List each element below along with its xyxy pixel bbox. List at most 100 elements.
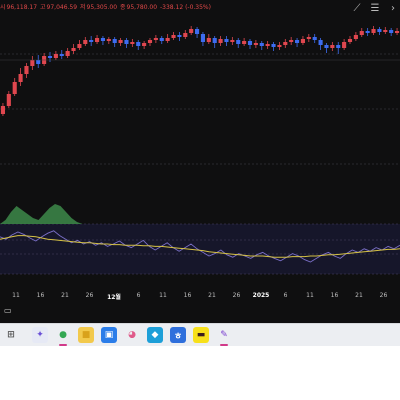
candle-body-46: [271, 44, 276, 47]
candle-body-27: [159, 38, 164, 41]
x-axis-label: 11: [159, 292, 167, 299]
candle-body-31: [183, 33, 188, 37]
x-axis-label: 11: [12, 292, 20, 299]
candle-body-33: [195, 29, 200, 34]
candle-body-63: [371, 29, 376, 33]
x-axis-label: 21: [61, 292, 69, 299]
bottom-toolbar: ▭: [0, 304, 400, 323]
copilot-icon[interactable]: ✦: [32, 327, 48, 343]
candle-body-12: [71, 48, 76, 51]
store-icon[interactable]: ◆: [147, 327, 163, 343]
x-axis-label: 6: [136, 292, 141, 299]
x-axis-label: 12월: [107, 294, 121, 301]
widgets-icon[interactable]: ⊞: [6, 327, 16, 343]
hangul-icon[interactable]: ㅎ: [170, 327, 186, 343]
indicator-pane[interactable]: [0, 196, 400, 284]
price-chart[interactable]: [0, 14, 400, 194]
candle-body-39: [230, 40, 235, 42]
candle-body-41: [242, 41, 247, 44]
candle-body-52: [306, 37, 311, 39]
x-axis-label: 26: [379, 292, 388, 299]
kakaotalk-icon[interactable]: ▬: [193, 327, 209, 343]
candle-body-2: [12, 82, 17, 94]
candle-body-48: [283, 42, 288, 45]
candle-body-30: [177, 35, 182, 37]
candle-body-3: [18, 74, 23, 82]
candle-body-17: [100, 38, 105, 41]
candle-body-13: [77, 44, 82, 48]
notes-icon[interactable]: ✎: [216, 327, 232, 343]
ohlc-low-value: 95,305.00: [86, 4, 118, 11]
candle-body-14: [83, 40, 88, 44]
candle-body-66: [389, 30, 394, 33]
candle-body-62: [365, 31, 370, 33]
x-axis-label: 6: [283, 292, 288, 299]
x-axis: 11 16 21 26 12월 6 11 16 21 26 2025 6 11 16 21 26: [0, 288, 400, 304]
x-axis-label: 26: [232, 292, 241, 299]
x-axis-label: 21: [355, 292, 363, 299]
candle-body-36: [212, 38, 217, 43]
candle-body-22: [130, 42, 135, 44]
file-explorer-icon[interactable]: ■: [78, 327, 94, 343]
candle-body-55: [324, 45, 329, 48]
candle-body-38: [224, 39, 229, 42]
photos-icon[interactable]: ▣: [101, 327, 117, 343]
candle-body-42: [247, 41, 253, 45]
candle-body-25: [147, 40, 153, 43]
candle-body-65: [383, 30, 388, 32]
candle-body-57: [336, 45, 341, 48]
ohlc-info-bar: 시96,118.17 고97,046.59 저95,305.00 종95,780…: [0, 2, 212, 14]
chart-window[interactable]: 시96,118.17 고97,046.59 저95,305.00 종95,780…: [0, 0, 400, 323]
x-axis-label: 21: [208, 292, 216, 299]
x-axis-label: 11: [306, 292, 314, 299]
candle-body-26: [153, 38, 158, 40]
candle-body-28: [165, 38, 170, 41]
candle-body-11: [65, 51, 70, 56]
x-axis-label: 16: [36, 292, 45, 299]
x-axis-label: 16: [330, 292, 339, 299]
candle-body-10: [59, 54, 64, 56]
taskbar-active-indicator: [59, 344, 67, 346]
settings-toggle-icon[interactable]: ▭: [4, 306, 14, 316]
candle-body-5: [30, 60, 35, 66]
candle-body-6: [36, 60, 41, 64]
indicator-area: [0, 204, 83, 224]
candle-body-35: [206, 38, 211, 42]
candle-body-58: [342, 42, 347, 48]
taskbar-active-indicator: [220, 344, 228, 346]
candle-body-56: [330, 45, 335, 48]
candle-body-37: [218, 39, 223, 43]
candle-body-51: [300, 39, 305, 43]
candle-body-59: [347, 39, 353, 42]
candle-body-29: [171, 35, 176, 38]
candle-body-61: [359, 31, 364, 35]
candle-body-8: [47, 56, 53, 58]
candle-body-20: [118, 40, 123, 43]
candle-body-21: [124, 40, 129, 44]
chrome-icon[interactable]: ●: [55, 327, 71, 343]
candle-body-1: [6, 94, 11, 106]
ohlc-high-label: 고: [40, 4, 46, 11]
candle-body-23: [136, 42, 141, 46]
candle-body-60: [353, 35, 358, 39]
ohlc-change-value: -338.12 (-0.35%): [160, 4, 211, 11]
candle-body-67: [395, 31, 400, 33]
candle-body-54: [318, 40, 323, 45]
candle-body-15: [89, 40, 94, 42]
ohlc-close-value: 95,780.00: [126, 4, 158, 11]
candle-body-44: [259, 43, 264, 46]
ohlc-open-label: 시: [0, 4, 6, 11]
candle-body-0: [0, 106, 6, 114]
candle-body-45: [265, 44, 270, 46]
candle-body-49: [289, 40, 294, 42]
candle-body-34: [200, 34, 205, 42]
candle-body-40: [236, 40, 241, 44]
candle-body-47: [277, 45, 282, 47]
indicator-band: [0, 224, 400, 274]
candle-body-24: [142, 43, 147, 46]
paint-icon[interactable]: ◕: [124, 327, 140, 343]
candle-body-50: [295, 40, 300, 43]
x-axis-label: 16: [183, 292, 192, 299]
candle-body-16: [95, 38, 100, 42]
ohlc-open-value: 96,118.17: [6, 4, 38, 11]
